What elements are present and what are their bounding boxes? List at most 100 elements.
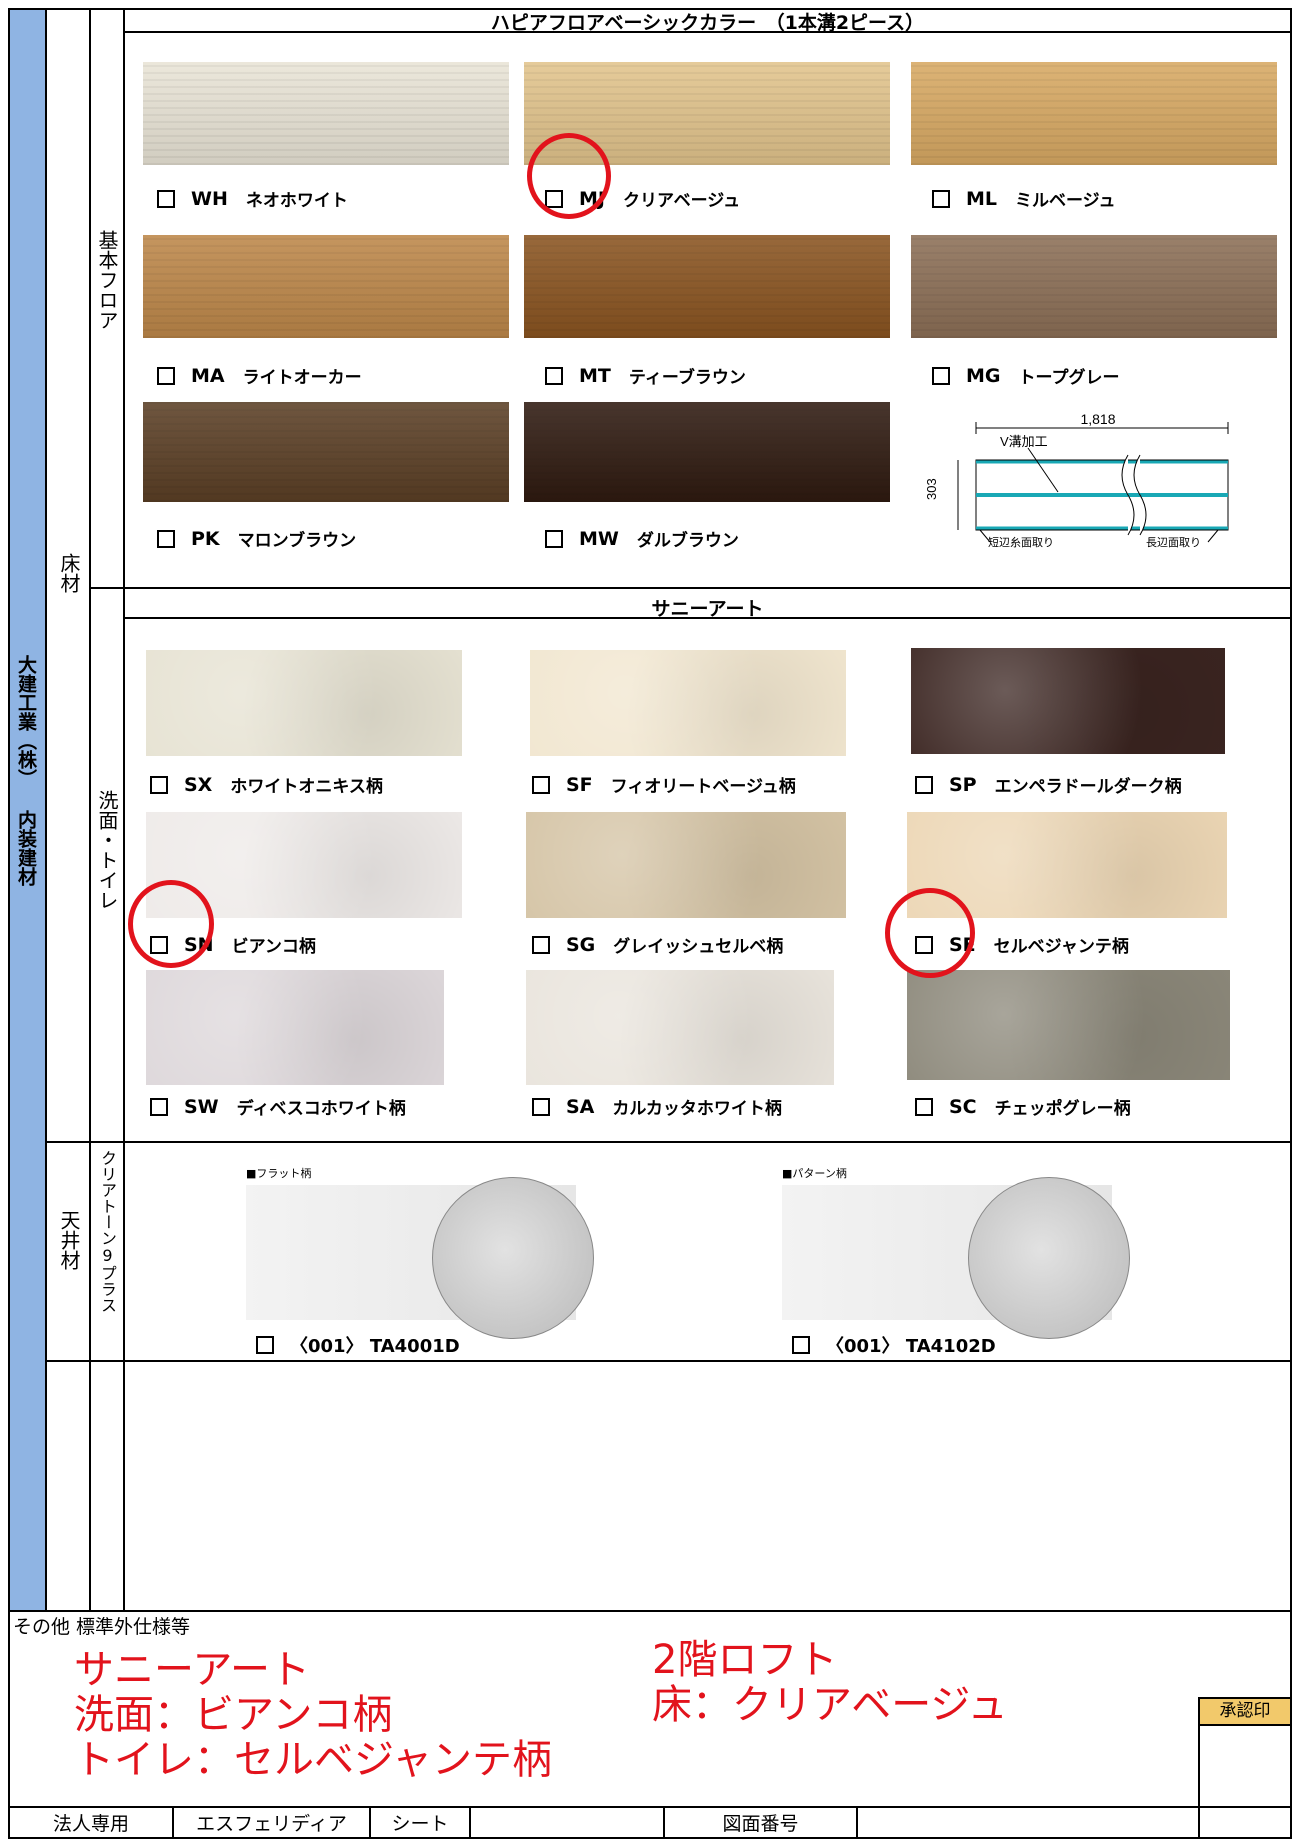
floor-item-name: クリアベージュ <box>622 191 741 211</box>
ceiling-subcategory-label: クリアトーン9プラス <box>98 1150 117 1313</box>
footer-corporate: 法人専用 <box>52 1813 129 1835</box>
ceiling-item-checkbox[interactable] <box>256 1336 274 1354</box>
floor-item-code: ML <box>966 187 998 210</box>
sunny-item-checkbox[interactable] <box>532 935 550 954</box>
sunny-item-checkbox[interactable] <box>915 775 933 794</box>
notes-left-line-3: トイレ：セルベジャンテ柄 <box>74 1737 552 1783</box>
ceiling-item-label: 〈001〉 TA4102D <box>792 1332 996 1358</box>
ceiling-item-heading: ■パターン柄 <box>782 1167 847 1180</box>
sunny-item-name: エンペラドールダーク柄 <box>994 777 1182 797</box>
sunny-item-label: SX ホワイトオニキス柄 <box>150 772 383 797</box>
sunny-swatch <box>146 650 462 756</box>
markup-circle-mj <box>527 133 611 219</box>
sunny-item-code: SA <box>566 1095 595 1118</box>
floor-board-diagram: 1,818 303 V溝加工 短辺糸面取り 長辺面取り <box>924 411 1229 549</box>
sunny-item-checkbox[interactable] <box>915 1097 933 1116</box>
floor-item-checkbox[interactable] <box>157 366 175 385</box>
footer-product: エスフェリディア <box>196 1813 347 1835</box>
ceiling-item-label: 〈001〉 TA4001D <box>256 1332 460 1358</box>
sunny-item-checkbox[interactable] <box>532 775 550 794</box>
footer-sheet: シート <box>391 1813 449 1835</box>
sunny-item-label: SA カルカッタホワイト柄 <box>532 1094 782 1119</box>
ceiling-magnified-sample <box>432 1177 594 1339</box>
floor-swatch <box>143 402 509 502</box>
notes-right-line-2: 床：クリアベージュ <box>652 1682 1008 1728</box>
sunny-item-label: SF フィオリートベージュ柄 <box>532 772 796 797</box>
floor-swatch <box>524 402 890 502</box>
sunny-swatch <box>526 812 846 918</box>
floor-item-checkbox[interactable] <box>157 529 175 548</box>
sunny-swatch <box>526 970 834 1085</box>
ceiling-category-label: 天井材 <box>57 1210 81 1270</box>
ceiling-magnified-sample <box>968 1177 1130 1339</box>
sunny-item-checkbox[interactable] <box>150 775 168 794</box>
floor-item-label: MG トープグレー <box>932 363 1120 388</box>
floor-category-label: 床材 <box>57 553 81 593</box>
sunny-item-code: SC <box>949 1095 977 1118</box>
floor-item-label: MA ライトオーカー <box>157 363 362 388</box>
floor-item-label: ML ミルベージュ <box>932 186 1116 211</box>
floor-item-code: MA <box>191 364 225 387</box>
sunny-item-name: セルベジャンテ柄 <box>993 937 1129 957</box>
diagram-groove-label: V溝加工 <box>1000 434 1048 449</box>
sunny-item-name: カルカッタホワイト柄 <box>612 1099 782 1119</box>
sunny-item-label: SP エンペラドールダーク柄 <box>915 772 1182 797</box>
floor-item-label: MT ティーブラウン <box>545 363 746 388</box>
floor-item-name: ティーブラウン <box>628 368 746 388</box>
sunny-item-code: SX <box>184 773 213 796</box>
sunny-item-checkbox[interactable] <box>150 1097 168 1116</box>
floor-item-name: トープグレー <box>1018 368 1120 388</box>
sunny-item-code: SG <box>566 933 596 956</box>
ceiling-item-code: 〈001〉 TA4102D <box>826 1336 996 1357</box>
sunny-item-name: ホワイトオニキス柄 <box>230 777 383 797</box>
diagram-height-label: 303 <box>924 478 939 500</box>
sunny-swatch <box>146 970 444 1085</box>
sunny-item-name: ディベスコホワイト柄 <box>236 1099 406 1119</box>
sunny-item-name: グレイッシュセルベ柄 <box>613 937 784 957</box>
notes-left-line-1: サニーアート <box>74 1647 310 1693</box>
floor-item-label: PK マロンブラウン <box>157 526 356 551</box>
stamp-label: 承認印 <box>1200 1699 1290 1724</box>
sunny-item-label: SG グレイッシュセルベ柄 <box>532 932 783 957</box>
sunny-swatch <box>911 648 1225 754</box>
floor-item-checkbox[interactable] <box>545 366 563 385</box>
floor-item-checkbox[interactable] <box>157 189 175 208</box>
floor-item-checkbox[interactable] <box>932 189 950 208</box>
ceiling-item-heading: ■フラット柄 <box>246 1167 312 1180</box>
floor-item-checkbox[interactable] <box>545 529 563 548</box>
diagram-width-label: 1,818 <box>1080 411 1115 427</box>
sunny-item-name: チェッポグレー柄 <box>994 1099 1131 1119</box>
notes-left-line-2: 洗面：ビアンコ柄 <box>74 1692 393 1738</box>
sunny-item-label: SW ディベスコホワイト柄 <box>150 1094 406 1119</box>
floor-swatch <box>524 235 890 338</box>
floor-item-checkbox[interactable] <box>932 366 950 385</box>
floor-item-name: ダルブラウン <box>636 531 739 551</box>
notes-label: その他 標準外仕様等 <box>13 1616 191 1638</box>
ceiling-item-checkbox[interactable] <box>792 1336 810 1354</box>
floor-section-title: ハピアフロアベーシックカラー （1本溝2ピース） <box>490 12 925 34</box>
notes-right-line-1: 2階ロフト <box>652 1637 838 1683</box>
floor-item-name: ライトオーカー <box>242 368 362 388</box>
sunny-swatch <box>907 970 1230 1080</box>
sunny-item-checkbox[interactable] <box>532 1097 550 1116</box>
floor-item-code: MG <box>966 364 1001 387</box>
side-label: 大建工業（株） 内装建材 <box>15 655 37 886</box>
floor-swatch <box>143 235 509 338</box>
floor-swatch <box>143 62 509 165</box>
sunny-item-name: フィオリートベージュ柄 <box>610 777 796 797</box>
diagram-short-edge-label: 短辺糸面取り <box>988 535 1054 549</box>
floor-item-label: MW ダルブラウン <box>545 526 739 551</box>
footer-drawing-number: 図面番号 <box>722 1813 799 1835</box>
diagram-long-edge-label: 長辺面取り <box>1146 536 1201 549</box>
sunny-item-label: SC チェッポグレー柄 <box>915 1094 1131 1119</box>
sunny-item-name: ビアンコ柄 <box>231 937 316 957</box>
sunny-item-code: SW <box>184 1095 219 1118</box>
sunny-item-code: SF <box>566 773 593 796</box>
markup-circle-sn <box>128 880 214 968</box>
sunny-item-code: SP <box>949 773 977 796</box>
sunny-subcategory-label: 洗面・トイレ <box>95 790 119 910</box>
sunny-section-title: サニーアート <box>651 598 764 620</box>
floor-item-code: WH <box>191 187 228 210</box>
floor-item-name: マロンブラウン <box>237 531 357 551</box>
floor-item-code: MT <box>579 364 611 387</box>
